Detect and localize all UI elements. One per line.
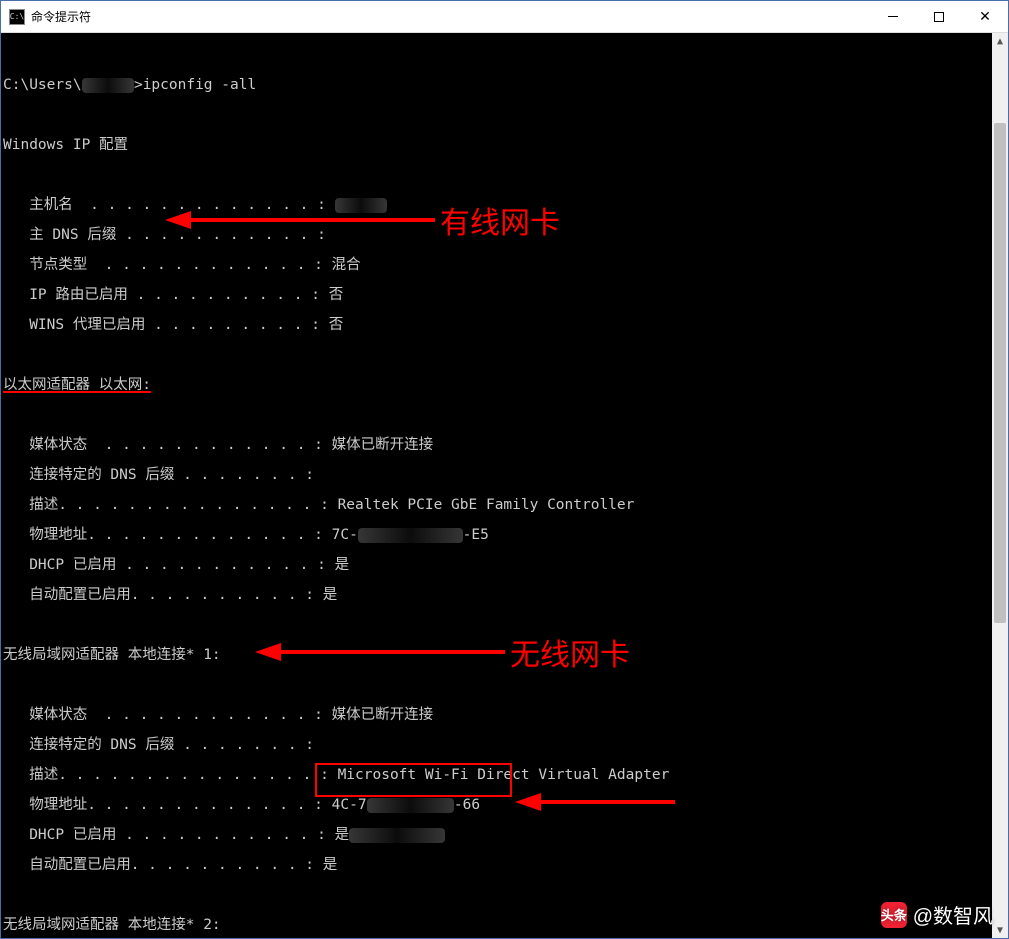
command-line: C:\Users\ >ipconfig -all: [3, 78, 1006, 93]
close-button[interactable]: ✕: [962, 1, 1008, 33]
minimize-button[interactable]: [870, 1, 916, 33]
watermark-logo-icon: 头条: [881, 902, 907, 928]
maximize-icon: [934, 12, 944, 22]
close-icon: ✕: [979, 8, 991, 25]
ethernet-adapter-heading: 以太网适配器 以太网:: [3, 378, 151, 393]
terminal-output[interactable]: C:\Users\ >ipconfig -all Windows IP 配置 主…: [1, 33, 1008, 938]
vertical-scrollbar[interactable]: ▲ ▼: [992, 33, 1008, 938]
cmd-window: C:\ 命令提示符 ✕ C:\Users\ >ipconfig -all Win…: [0, 0, 1009, 939]
wlan-local2-heading: 无线局域网适配器 本地连接* 2:: [3, 918, 1006, 933]
watermark-text: @数智风: [913, 900, 993, 929]
scrollbar-thumb[interactable]: [994, 123, 1006, 623]
wlan-local1-heading: 无线局域网适配器 本地连接* 1:: [3, 648, 1006, 663]
scroll-down-icon[interactable]: ▼: [992, 922, 1008, 938]
window-title: 命令提示符: [31, 8, 91, 25]
maximize-button[interactable]: [916, 1, 962, 33]
minimize-icon: [888, 16, 898, 17]
section-header: Windows IP 配置: [3, 138, 1006, 153]
scroll-up-icon[interactable]: ▲: [992, 33, 1008, 49]
titlebar[interactable]: C:\ 命令提示符 ✕: [1, 1, 1008, 33]
cmd-icon: C:\: [9, 9, 25, 25]
watermark: 头条 @数智风: [881, 900, 993, 929]
